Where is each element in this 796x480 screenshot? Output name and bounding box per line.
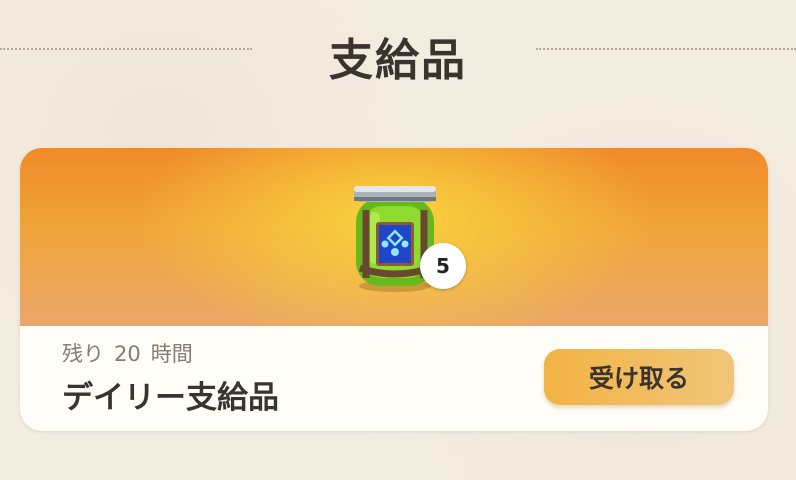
title-divider-right	[536, 48, 796, 50]
remaining-unit: 時間	[150, 342, 193, 366]
item-count-badge: 5	[420, 243, 466, 289]
page-header: 支給品	[0, 0, 796, 100]
remaining-time: 残り 20 時間	[62, 338, 203, 368]
page-title: 支給品	[329, 35, 467, 86]
claim-button[interactable]: 受け取る	[544, 349, 734, 405]
remaining-label: 残り	[62, 342, 104, 366]
reward-banner: 5	[20, 148, 768, 326]
remaining-value: 20	[114, 342, 141, 366]
supply-info: 残り 20 時間 デイリー支給品 受け取る	[20, 326, 768, 431]
daily-supply-card: 5 残り 20 時間 デイリー支給品 受け取る	[20, 148, 768, 431]
supply-name: デイリー支給品	[62, 380, 279, 416]
